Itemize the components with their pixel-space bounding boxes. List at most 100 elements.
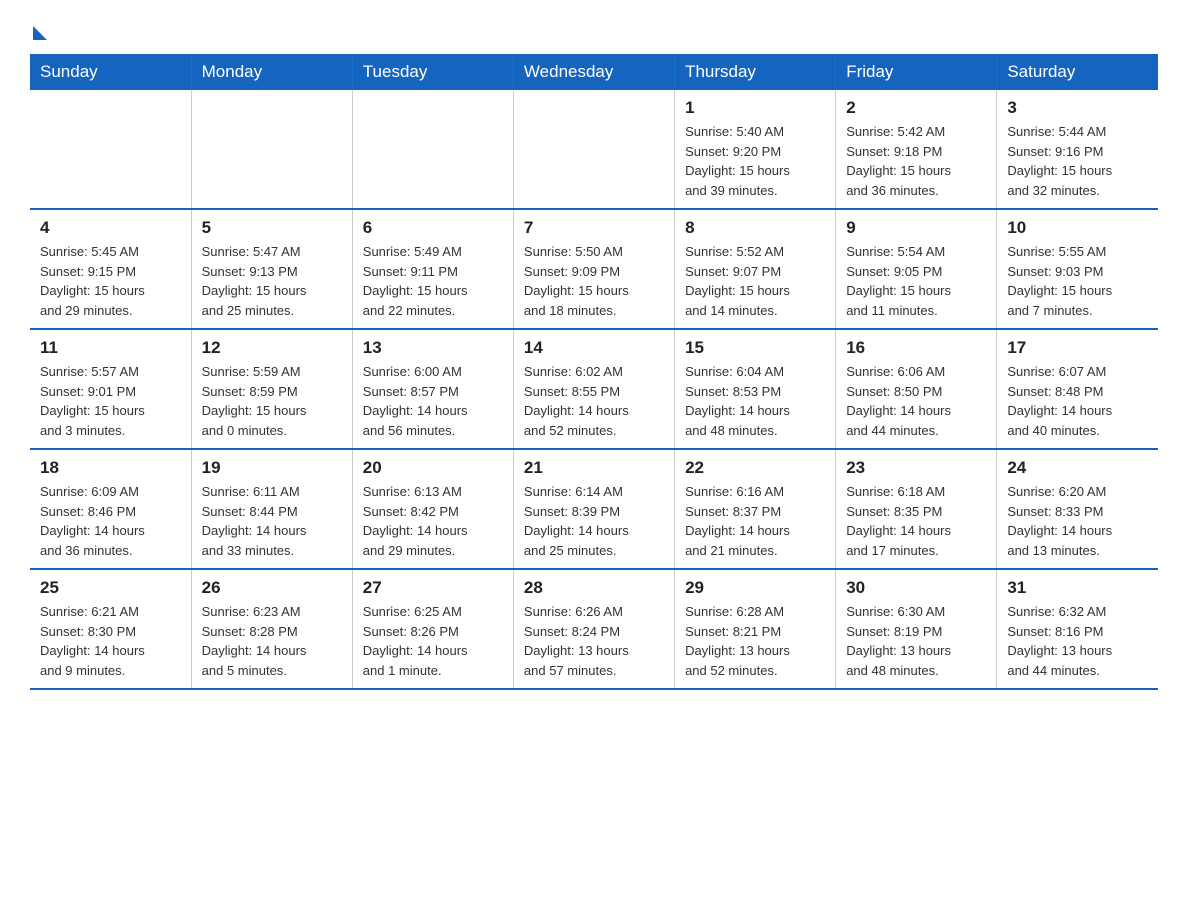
day-number: 14 (524, 338, 664, 358)
day-number: 1 (685, 98, 825, 118)
day-of-week-header: Wednesday (513, 54, 674, 90)
calendar-week-row: 4 Sunrise: 5:45 AMSunset: 9:15 PMDaylight… (30, 209, 1158, 329)
calendar-cell: 25 Sunrise: 6:21 AMSunset: 8:30 PMDayligh… (30, 569, 191, 689)
day-info: Sunrise: 5:57 AMSunset: 9:01 PMDaylight:… (40, 362, 181, 440)
day-number: 4 (40, 218, 181, 238)
calendar-cell: 12 Sunrise: 5:59 AMSunset: 8:59 PMDayligh… (191, 329, 352, 449)
calendar-cell: 1 Sunrise: 5:40 AMSunset: 9:20 PMDaylight… (675, 90, 836, 209)
calendar-cell: 8Sunrise: 5:52 AMSunset: 9:07 PMDaylight… (675, 209, 836, 329)
calendar-cell: 13 Sunrise: 6:00 AMSunset: 8:57 PMDayligh… (352, 329, 513, 449)
day-number: 23 (846, 458, 986, 478)
day-number: 31 (1007, 578, 1148, 598)
day-number: 5 (202, 218, 342, 238)
day-info: Sunrise: 6:14 AMSunset: 8:39 PMDaylight:… (524, 482, 664, 560)
day-info: Sunrise: 6:09 AMSunset: 8:46 PMDaylight:… (40, 482, 181, 560)
calendar-cell: 22 Sunrise: 6:16 AMSunset: 8:37 PMDayligh… (675, 449, 836, 569)
day-info: Sunrise: 5:40 AMSunset: 9:20 PMDaylight:… (685, 122, 825, 200)
day-number: 7 (524, 218, 664, 238)
logo-triangle-icon (33, 26, 47, 40)
day-number: 8 (685, 218, 825, 238)
calendar-cell: 5Sunrise: 5:47 AMSunset: 9:13 PMDaylight… (191, 209, 352, 329)
calendar-cell: 28Sunrise: 6:26 AMSunset: 8:24 PMDayligh… (513, 569, 674, 689)
calendar-cell: 27Sunrise: 6:25 AMSunset: 8:26 PMDayligh… (352, 569, 513, 689)
day-info: Sunrise: 5:44 AMSunset: 9:16 PMDaylight:… (1007, 122, 1148, 200)
calendar-cell: 24Sunrise: 6:20 AMSunset: 8:33 PMDayligh… (997, 449, 1158, 569)
day-of-week-header: Thursday (675, 54, 836, 90)
day-info: Sunrise: 6:21 AMSunset: 8:30 PMDaylight:… (40, 602, 181, 680)
day-number: 12 (202, 338, 342, 358)
day-info: Sunrise: 6:30 AMSunset: 8:19 PMDaylight:… (846, 602, 986, 680)
day-number: 29 (685, 578, 825, 598)
day-info: Sunrise: 5:54 AMSunset: 9:05 PMDaylight:… (846, 242, 986, 320)
logo (30, 20, 47, 36)
day-of-week-header: Monday (191, 54, 352, 90)
day-of-week-header: Tuesday (352, 54, 513, 90)
day-number: 25 (40, 578, 181, 598)
day-info: Sunrise: 5:59 AMSunset: 8:59 PMDaylight:… (202, 362, 342, 440)
day-info: Sunrise: 5:45 AMSunset: 9:15 PMDaylight:… (40, 242, 181, 320)
day-info: Sunrise: 6:00 AMSunset: 8:57 PMDaylight:… (363, 362, 503, 440)
calendar-week-row: 25 Sunrise: 6:21 AMSunset: 8:30 PMDayligh… (30, 569, 1158, 689)
calendar-cell: 7 Sunrise: 5:50 AMSunset: 9:09 PMDaylight… (513, 209, 674, 329)
calendar-cell: 15Sunrise: 6:04 AMSunset: 8:53 PMDayligh… (675, 329, 836, 449)
day-info: Sunrise: 6:28 AMSunset: 8:21 PMDaylight:… (685, 602, 825, 680)
calendar-cell (191, 90, 352, 209)
day-number: 17 (1007, 338, 1148, 358)
day-number: 11 (40, 338, 181, 358)
day-info: Sunrise: 5:55 AMSunset: 9:03 PMDaylight:… (1007, 242, 1148, 320)
calendar-cell: 18 Sunrise: 6:09 AMSunset: 8:46 PMDayligh… (30, 449, 191, 569)
day-number: 20 (363, 458, 503, 478)
calendar-cell: 16Sunrise: 6:06 AMSunset: 8:50 PMDayligh… (836, 329, 997, 449)
day-info: Sunrise: 6:18 AMSunset: 8:35 PMDaylight:… (846, 482, 986, 560)
day-number: 30 (846, 578, 986, 598)
day-info: Sunrise: 6:32 AMSunset: 8:16 PMDaylight:… (1007, 602, 1148, 680)
day-info: Sunrise: 6:07 AMSunset: 8:48 PMDaylight:… (1007, 362, 1148, 440)
calendar-cell: 14 Sunrise: 6:02 AMSunset: 8:55 PMDayligh… (513, 329, 674, 449)
calendar-cell: 19 Sunrise: 6:11 AMSunset: 8:44 PMDayligh… (191, 449, 352, 569)
day-info: Sunrise: 6:26 AMSunset: 8:24 PMDaylight:… (524, 602, 664, 680)
calendar-week-row: 18 Sunrise: 6:09 AMSunset: 8:46 PMDayligh… (30, 449, 1158, 569)
page-header (30, 20, 1158, 36)
calendar-cell (30, 90, 191, 209)
day-info: Sunrise: 6:02 AMSunset: 8:55 PMDaylight:… (524, 362, 664, 440)
calendar-cell: 23 Sunrise: 6:18 AMSunset: 8:35 PMDayligh… (836, 449, 997, 569)
day-number: 3 (1007, 98, 1148, 118)
day-number: 18 (40, 458, 181, 478)
calendar-cell: 29 Sunrise: 6:28 AMSunset: 8:21 PMDayligh… (675, 569, 836, 689)
day-number: 22 (685, 458, 825, 478)
calendar-cell: 9 Sunrise: 5:54 AMSunset: 9:05 PMDaylight… (836, 209, 997, 329)
calendar-cell: 26Sunrise: 6:23 AMSunset: 8:28 PMDayligh… (191, 569, 352, 689)
calendar-cell: 17 Sunrise: 6:07 AMSunset: 8:48 PMDayligh… (997, 329, 1158, 449)
calendar-cell: 30 Sunrise: 6:30 AMSunset: 8:19 PMDayligh… (836, 569, 997, 689)
calendar-cell: 11 Sunrise: 5:57 AMSunset: 9:01 PMDayligh… (30, 329, 191, 449)
calendar-cell: 4 Sunrise: 5:45 AMSunset: 9:15 PMDaylight… (30, 209, 191, 329)
day-info: Sunrise: 6:25 AMSunset: 8:26 PMDaylight:… (363, 602, 503, 680)
calendar-cell: 10 Sunrise: 5:55 AMSunset: 9:03 PMDayligh… (997, 209, 1158, 329)
calendar-week-row: 11 Sunrise: 5:57 AMSunset: 9:01 PMDayligh… (30, 329, 1158, 449)
calendar-cell (513, 90, 674, 209)
day-info: Sunrise: 5:50 AMSunset: 9:09 PMDaylight:… (524, 242, 664, 320)
day-of-week-header: Sunday (30, 54, 191, 90)
calendar-table: SundayMondayTuesdayWednesdayThursdayFrid… (30, 54, 1158, 690)
calendar-cell: 31 Sunrise: 6:32 AMSunset: 8:16 PMDayligh… (997, 569, 1158, 689)
day-of-week-header: Saturday (997, 54, 1158, 90)
day-info: Sunrise: 6:11 AMSunset: 8:44 PMDaylight:… (202, 482, 342, 560)
calendar-cell: 2 Sunrise: 5:42 AMSunset: 9:18 PMDaylight… (836, 90, 997, 209)
calendar-cell: 3 Sunrise: 5:44 AMSunset: 9:16 PMDaylight… (997, 90, 1158, 209)
calendar-cell (352, 90, 513, 209)
day-number: 6 (363, 218, 503, 238)
day-number: 2 (846, 98, 986, 118)
day-number: 21 (524, 458, 664, 478)
calendar-cell: 21 Sunrise: 6:14 AMSunset: 8:39 PMDayligh… (513, 449, 674, 569)
day-number: 15 (685, 338, 825, 358)
day-number: 9 (846, 218, 986, 238)
day-number: 10 (1007, 218, 1148, 238)
day-number: 13 (363, 338, 503, 358)
day-of-week-header: Friday (836, 54, 997, 90)
day-info: Sunrise: 6:16 AMSunset: 8:37 PMDaylight:… (685, 482, 825, 560)
day-number: 16 (846, 338, 986, 358)
day-info: Sunrise: 5:49 AMSunset: 9:11 PMDaylight:… (363, 242, 503, 320)
day-info: Sunrise: 6:23 AMSunset: 8:28 PMDaylight:… (202, 602, 342, 680)
day-number: 19 (202, 458, 342, 478)
day-info: Sunrise: 5:42 AMSunset: 9:18 PMDaylight:… (846, 122, 986, 200)
